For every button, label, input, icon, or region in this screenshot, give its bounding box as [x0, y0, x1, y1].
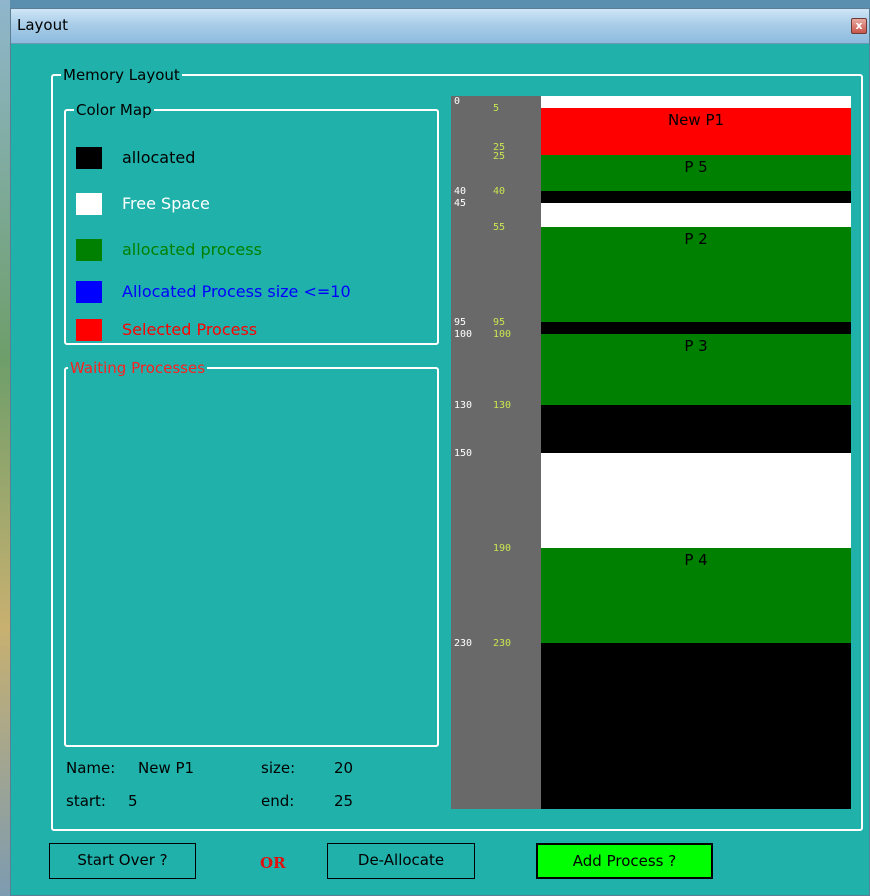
- color-swatch: [76, 319, 102, 341]
- address-tick-start: 230: [454, 637, 473, 649]
- address-tick-start: 150: [454, 447, 473, 459]
- size-value: 20: [334, 759, 354, 777]
- color-map-label: Allocated Process size <=10: [122, 282, 351, 301]
- waiting-processes-legend: Waiting Processes: [68, 359, 208, 377]
- memory-block-label: New P1: [667, 110, 725, 129]
- address-tick-end: 130: [493, 399, 512, 411]
- name-label: Name:: [66, 759, 116, 777]
- color-map-label: Selected Process: [122, 320, 258, 339]
- end-label: end:: [261, 792, 295, 810]
- start-over-button[interactable]: Start Over ?: [49, 843, 196, 879]
- deallocate-button[interactable]: De-Allocate: [327, 843, 475, 879]
- memory-block-p-5[interactable]: P 5: [541, 155, 851, 192]
- address-tick-end: 95: [493, 316, 506, 328]
- memory-block[interactable]: [541, 404, 851, 453]
- address-tick-end: 230: [493, 637, 512, 649]
- color-map-legend: Color Map: [74, 101, 154, 119]
- address-tick-end: 100: [493, 328, 512, 340]
- memory-block-label: P 2: [684, 229, 708, 248]
- color-swatch: [76, 193, 102, 215]
- memory-block-label: P 3: [684, 336, 708, 355]
- memory-block-label: P 5: [684, 158, 708, 177]
- memory-block[interactable]: [541, 202, 851, 227]
- address-tick-start: 45: [454, 197, 467, 209]
- window-title: Layout: [17, 16, 68, 34]
- start-value: 5: [128, 792, 138, 810]
- address-tick-start: 95: [454, 316, 467, 328]
- layout-window: Layout x Memory Layout Color Map allocat…: [10, 8, 870, 896]
- color-swatch: [76, 147, 102, 169]
- address-tick-end: 5: [493, 102, 500, 114]
- address-tick-end: 25: [493, 151, 506, 163]
- address-ruler: 0 40 45 95 100 130 150 230 5 25 25 40 55 95 100 130 190 2…: [451, 96, 541, 809]
- memory-block-p-2[interactable]: P 2: [541, 226, 851, 322]
- size-label: size:: [261, 759, 296, 777]
- memory-block-new-p1[interactable]: New P1: [541, 107, 851, 156]
- close-button[interactable]: x: [851, 18, 867, 34]
- memory-block[interactable]: [541, 452, 851, 548]
- memory-block-p-4[interactable]: P 4: [541, 547, 851, 643]
- waiting-processes-group: Waiting Processes: [64, 359, 439, 747]
- address-tick-end: 190: [493, 542, 512, 554]
- memory-block-label: P 4: [684, 550, 708, 569]
- address-tick-start: 130: [454, 399, 473, 411]
- color-swatch: [76, 281, 102, 303]
- memory-block[interactable]: [541, 191, 851, 203]
- desktop-background: [0, 0, 10, 896]
- color-map-label: Free Space: [122, 194, 210, 213]
- end-value: 25: [334, 792, 354, 810]
- color-map-label: allocated process: [122, 240, 262, 259]
- or-label: OR: [260, 854, 286, 872]
- color-map-label: allocated: [122, 148, 196, 167]
- address-tick-end: 55: [493, 221, 506, 233]
- close-icon: x: [855, 19, 863, 32]
- start-label: start:: [66, 792, 106, 810]
- color-swatch: [76, 239, 102, 261]
- add-process-button[interactable]: Add Process ?: [536, 843, 713, 879]
- color-map-group: Color Map allocated Free Space allocated p…: [64, 101, 439, 345]
- address-tick-start: 100: [454, 328, 473, 340]
- address-tick-start: 0: [454, 96, 461, 107]
- name-value: New P1: [138, 759, 195, 777]
- title-bar[interactable]: Layout x: [11, 9, 869, 44]
- memory-layout-legend: Memory Layout: [61, 66, 182, 84]
- memory-map: New P1P 5P 2P 3Hole 4P 4: [541, 96, 851, 809]
- memory-block[interactable]: [541, 321, 851, 334]
- memory-block[interactable]: [541, 96, 851, 108]
- memory-block[interactable]: [541, 642, 851, 809]
- address-tick-end: 40: [493, 186, 506, 198]
- address-tick-start: 40: [454, 186, 467, 198]
- memory-block-p-3[interactable]: P 3: [541, 333, 851, 405]
